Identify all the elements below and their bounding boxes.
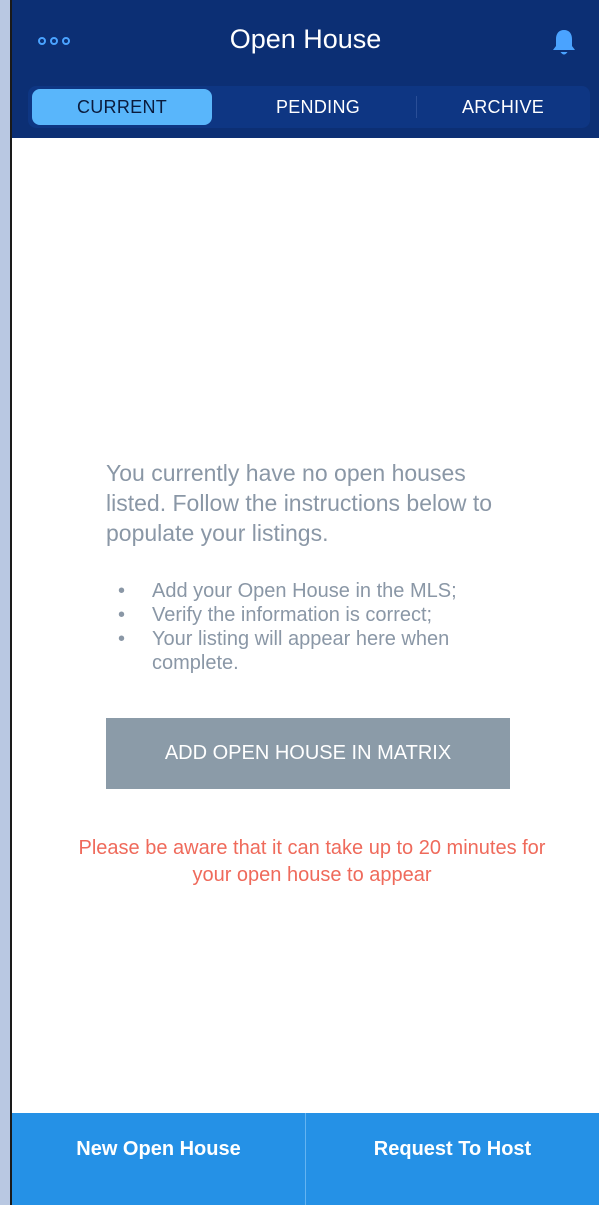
tab-pending[interactable]: PENDING	[218, 86, 418, 128]
list-item: • Verify the information is correct;	[112, 603, 512, 627]
tab-current[interactable]: CURRENT	[32, 89, 212, 125]
list-item: • Add your Open House in the MLS;	[112, 579, 512, 603]
bullet-mark: •	[118, 604, 126, 626]
request-to-host-button[interactable]: Request To Host	[306, 1113, 599, 1205]
bell-icon[interactable]	[551, 28, 577, 58]
instruction-text: Add your Open House in the MLS;	[152, 580, 457, 602]
instruction-list: • Add your Open House in the MLS; • Veri…	[112, 579, 512, 675]
add-open-house-matrix-button[interactable]: ADD OPEN HOUSE IN MATRIX	[106, 718, 510, 789]
tab-archive[interactable]: ARCHIVE	[416, 86, 590, 128]
delay-warning: Please be aware that it can take up to 2…	[78, 837, 546, 886]
instruction-text: Verify the information is correct;	[152, 604, 433, 626]
content-area: You currently have no open houses listed…	[12, 138, 599, 1113]
bullet-mark: •	[118, 628, 126, 650]
app-screen: Open House CURRENT PENDING ARCHIVE You c…	[10, 0, 599, 1205]
page-title: Open House	[229, 24, 382, 54]
app-header: Open House CURRENT PENDING ARCHIVE	[12, 0, 599, 138]
device-frame: Open House CURRENT PENDING ARCHIVE You c…	[0, 0, 599, 1205]
bullet-mark: •	[118, 580, 126, 602]
new-open-house-button[interactable]: New Open House	[12, 1113, 305, 1205]
instruction-text: Your listing will appear here when compl…	[152, 628, 450, 674]
list-item: • Your listing will appear here when com…	[112, 627, 512, 675]
title-row: Open House	[12, 0, 599, 80]
bottom-action-bar: New Open House Request To Host	[12, 1113, 599, 1205]
tab-bar: CURRENT PENDING ARCHIVE	[28, 86, 590, 128]
empty-state-message: You currently have no open houses listed…	[106, 460, 493, 546]
